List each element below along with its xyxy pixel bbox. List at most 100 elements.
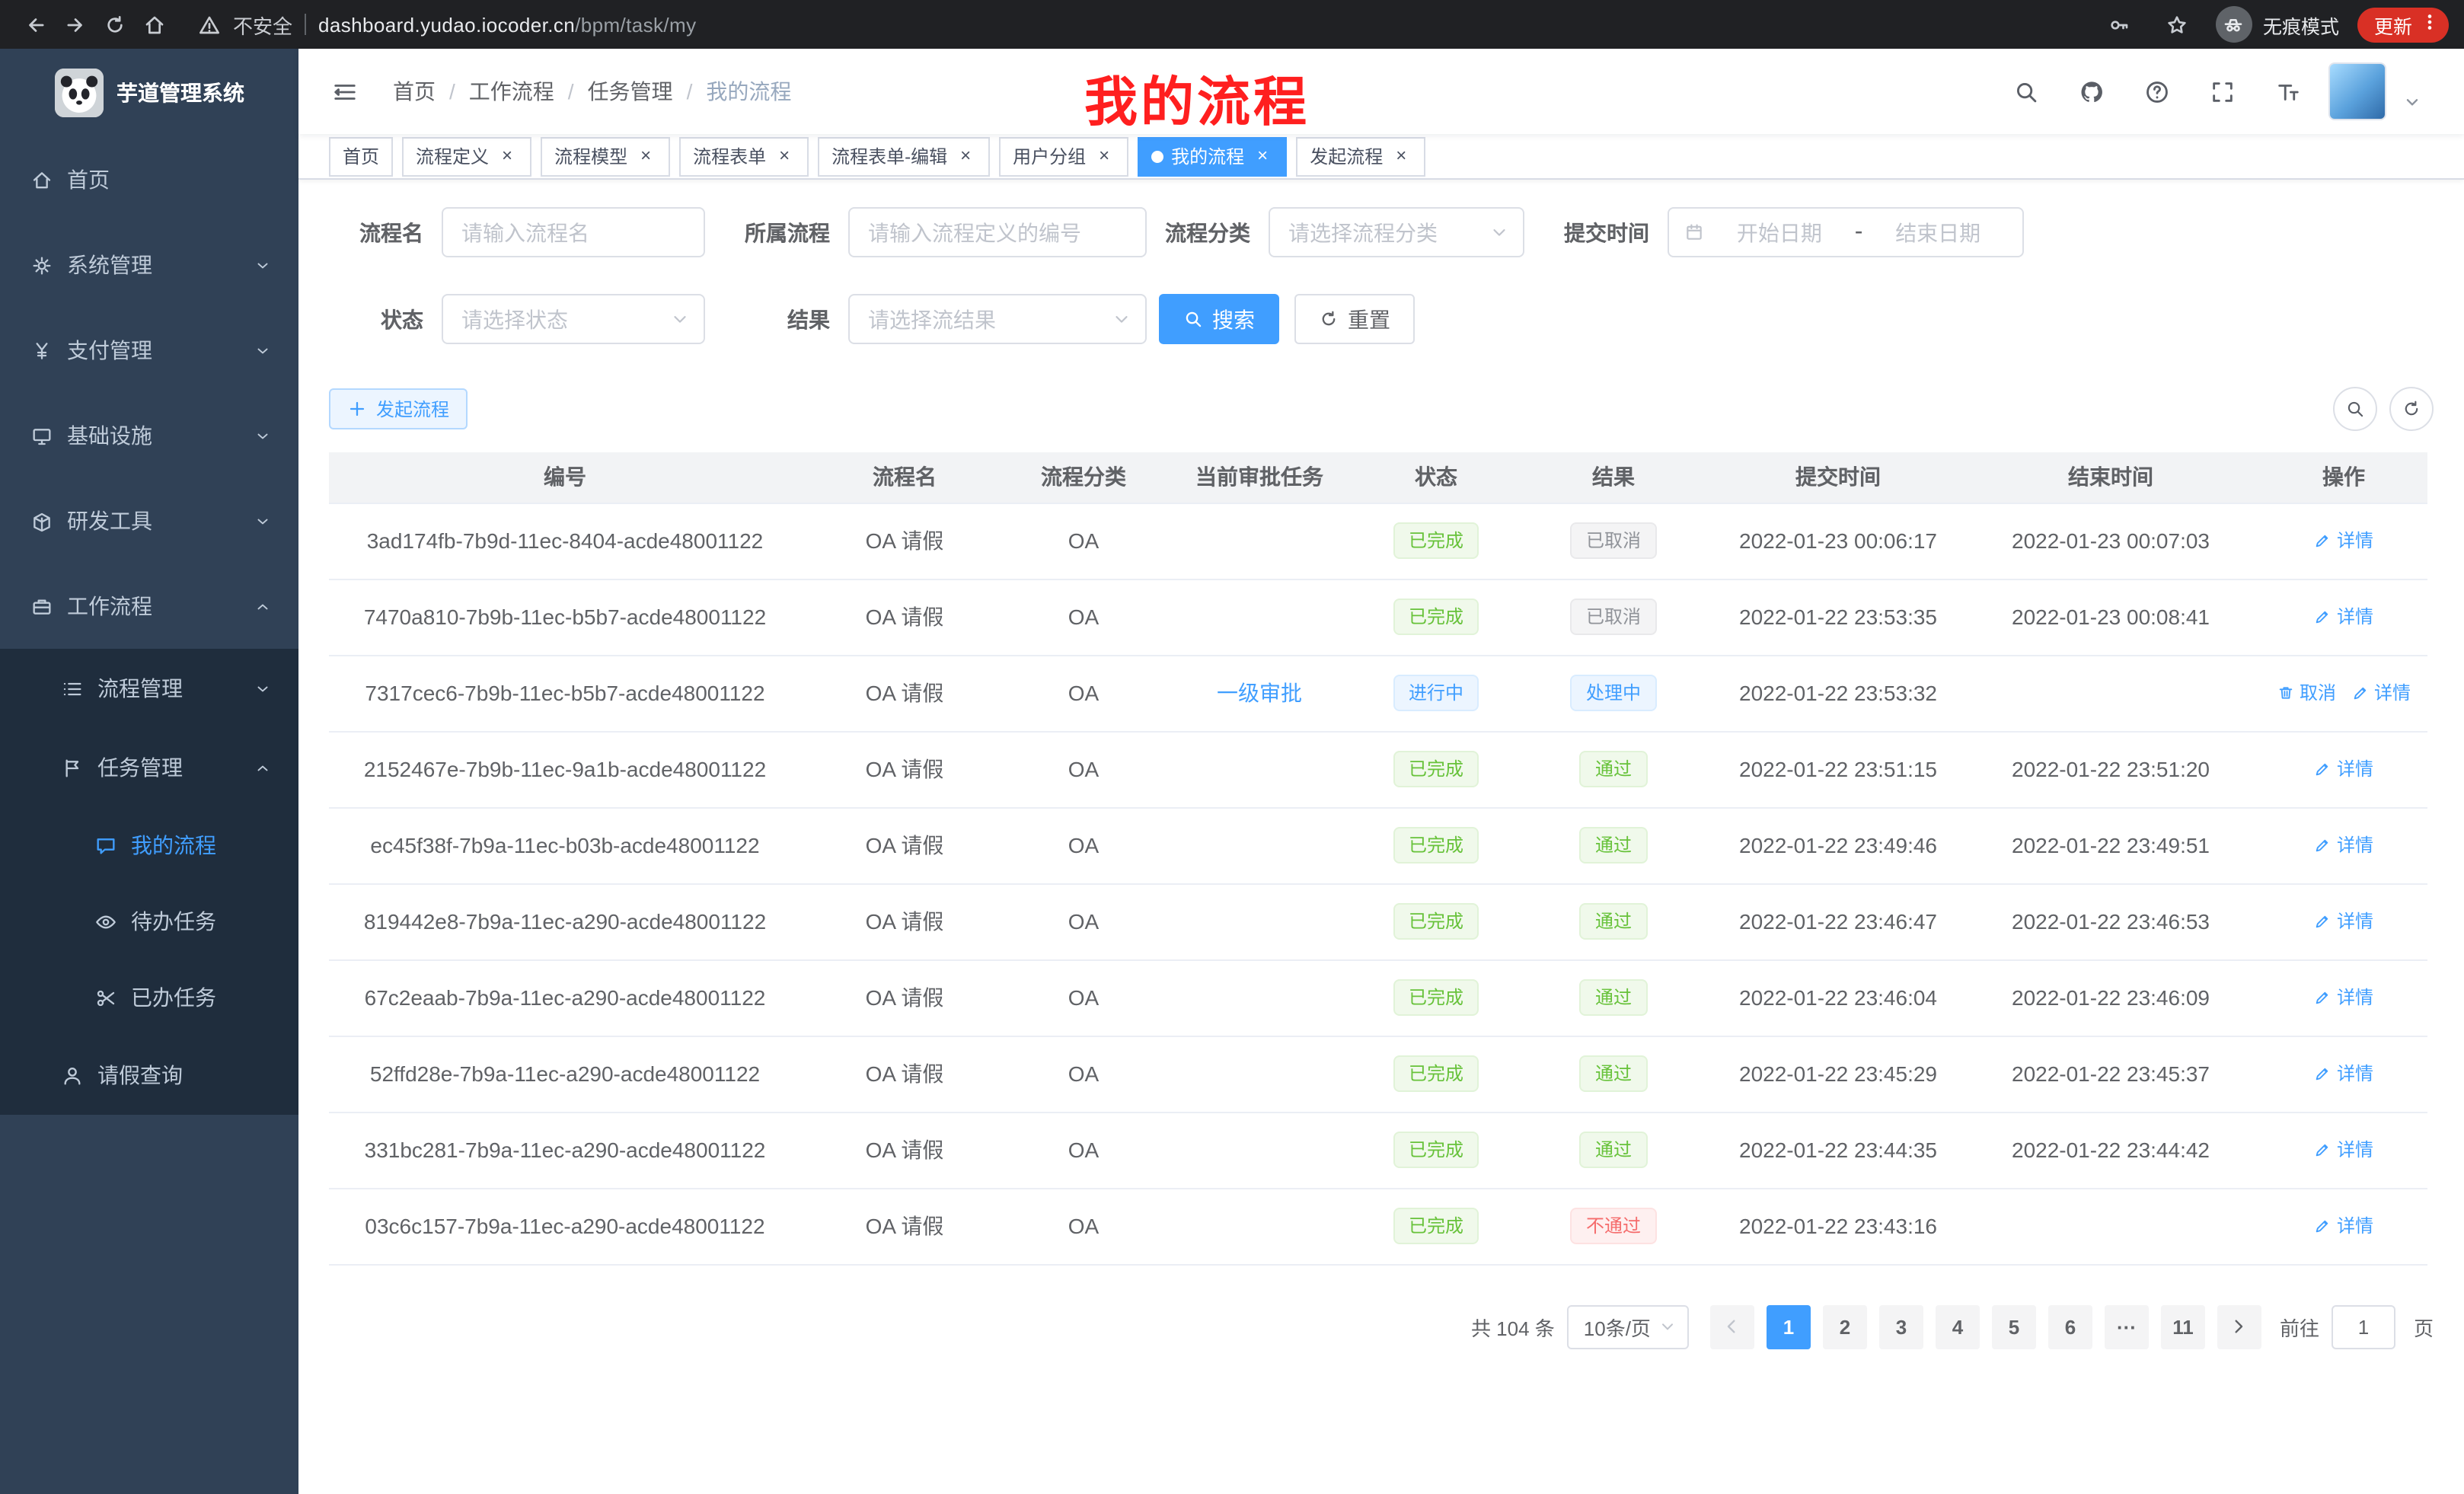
cell-name: OA 请假: [801, 579, 1008, 655]
close-icon[interactable]: ×: [496, 145, 518, 167]
sidebar-item-7[interactable]: 任务管理: [0, 728, 298, 807]
sidebar-item-9[interactable]: 待办任务: [0, 883, 298, 959]
sidebar-item-1[interactable]: 系统管理: [0, 222, 298, 308]
page-button-1[interactable]: 2: [1823, 1304, 1867, 1349]
status-tag: 不通过: [1571, 1208, 1656, 1244]
sidebar-item-8[interactable]: 我的流程: [0, 807, 298, 883]
page-button-3[interactable]: 4: [1936, 1304, 1980, 1349]
search-icon[interactable]: [2001, 67, 2050, 116]
github-icon[interactable]: [2067, 67, 2115, 116]
sidebar-item-0[interactable]: 首页: [0, 137, 298, 222]
fullscreen-icon[interactable]: [2197, 67, 2246, 116]
detail-link[interactable]: 详情: [2314, 1061, 2373, 1087]
url-path: /bpm/task/my: [575, 13, 696, 36]
detail-link[interactable]: 详情: [2314, 908, 2373, 934]
page-button-6[interactable]: ···: [2105, 1304, 2149, 1349]
help-icon[interactable]: [2132, 67, 2181, 116]
close-icon[interactable]: ×: [1093, 145, 1115, 167]
sidebar-item-4[interactable]: 研发工具: [0, 478, 298, 563]
detail-link[interactable]: 详情: [2351, 680, 2411, 706]
goto-page-input[interactable]: [2332, 1304, 2395, 1349]
page-buttons: 123456 ··· 11: [1767, 1304, 2205, 1349]
cell-end-time: 2022-01-22 23:46:53: [1961, 883, 2260, 959]
caret-down-icon[interactable]: [2403, 93, 2421, 111]
page-button-2[interactable]: 3: [1879, 1304, 1923, 1349]
detail-link[interactable]: 详情: [2314, 832, 2373, 858]
definition-input[interactable]: 请输入流程定义的编号: [848, 207, 1147, 257]
tab-6[interactable]: 我的流程×: [1138, 136, 1287, 176]
home-button[interactable]: [134, 5, 174, 44]
app-logo[interactable]: 芋道管理系统: [0, 49, 298, 137]
sidebar-item-3[interactable]: 基础设施: [0, 393, 298, 478]
bookmark-star-icon[interactable]: [2158, 5, 2197, 44]
breadcrumb-item-1[interactable]: 工作流程: [469, 76, 554, 107]
sidebar-item-label: 研发工具: [67, 506, 152, 536]
table-row-3: 2152467e-7b9b-11ec-9a1b-acde48001122OA 请…: [329, 731, 2427, 807]
sidebar-item-11[interactable]: 请假查询: [0, 1036, 298, 1115]
column-header-4: 状态: [1360, 452, 1512, 503]
tab-7[interactable]: 发起流程×: [1296, 136, 1425, 176]
edit-icon: [2314, 1217, 2332, 1235]
tab-2[interactable]: 流程模型×: [541, 136, 670, 176]
detail-link[interactable]: 详情: [2314, 604, 2373, 630]
close-icon[interactable]: ×: [774, 145, 795, 167]
tab-0[interactable]: 首页: [329, 136, 393, 176]
result-select[interactable]: 请选择流结果: [848, 294, 1147, 344]
task-link[interactable]: 一级审批: [1217, 681, 1302, 705]
incognito-icon: [2216, 6, 2252, 43]
toolbar-right: [2333, 387, 2434, 431]
start-process-button[interactable]: 发起流程: [329, 388, 468, 429]
page-button-7[interactable]: 11: [2161, 1304, 2205, 1349]
page-size-select[interactable]: 10条/页: [1567, 1304, 1689, 1349]
detail-link[interactable]: 详情: [2314, 985, 2373, 1010]
next-page-button[interactable]: [2217, 1304, 2261, 1349]
search-toggle-button[interactable]: [2333, 387, 2377, 431]
password-key-icon[interactable]: [2100, 5, 2140, 44]
font-size-icon[interactable]: [2263, 67, 2312, 116]
status-select[interactable]: 请选择状态: [442, 294, 705, 344]
detail-link[interactable]: 详情: [2314, 528, 2373, 554]
avatar[interactable]: [2328, 62, 2386, 120]
breadcrumb-item-2[interactable]: 任务管理: [588, 76, 673, 107]
date-range-input[interactable]: 开始日期 - 结束日期: [1668, 207, 2024, 257]
hamburger-icon[interactable]: [320, 67, 369, 116]
scissors-icon: [94, 986, 117, 1009]
tab-3[interactable]: 流程表单×: [679, 136, 809, 176]
table-row-2: 7317cec6-7b9b-11ec-b5b7-acde48001122OA 请…: [329, 655, 2427, 731]
close-icon[interactable]: ×: [1390, 145, 1412, 167]
update-button[interactable]: 更新: [2357, 7, 2449, 42]
tab-4[interactable]: 流程表单-编辑×: [818, 136, 990, 176]
browser-menu-icon[interactable]: [2418, 11, 2441, 38]
reload-button[interactable]: [94, 5, 134, 44]
page-button-4[interactable]: 5: [1992, 1304, 2036, 1349]
detail-link[interactable]: 详情: [2314, 1137, 2373, 1163]
close-icon[interactable]: ×: [1252, 145, 1273, 167]
close-icon[interactable]: ×: [955, 145, 976, 167]
back-button[interactable]: [15, 5, 55, 44]
category-select[interactable]: 请选择流程分类: [1269, 207, 1524, 257]
process-name-input[interactable]: 请输入流程名: [442, 207, 705, 257]
sidebar-item-label: 任务管理: [97, 752, 183, 783]
sidebar-item-6[interactable]: 流程管理: [0, 649, 298, 728]
page-button-5[interactable]: 6: [2048, 1304, 2092, 1349]
page-button-0[interactable]: 1: [1767, 1304, 1811, 1349]
sidebar-item-2[interactable]: 支付管理: [0, 308, 298, 393]
cell-name: OA 请假: [801, 1112, 1008, 1188]
tab-1[interactable]: 流程定义×: [402, 136, 531, 176]
prev-page-button[interactable]: [1710, 1304, 1754, 1349]
tab-5[interactable]: 用户分组×: [999, 136, 1128, 176]
status-tag: 已完成: [1393, 1055, 1479, 1092]
search-button[interactable]: 搜索: [1159, 294, 1279, 344]
forward-button[interactable]: [55, 5, 94, 44]
cell-category: OA: [1008, 1188, 1159, 1264]
breadcrumb-item-0[interactable]: 首页: [393, 76, 436, 107]
close-icon[interactable]: ×: [635, 145, 656, 167]
sidebar-item-5[interactable]: 工作流程: [0, 563, 298, 649]
sidebar-item-10[interactable]: 已办任务: [0, 959, 298, 1036]
refresh-button[interactable]: [2389, 387, 2434, 431]
cancel-link[interactable]: 取消: [2277, 680, 2336, 706]
address-bar[interactable]: 不安全 dashboard.yudao.iocoder.cn/bpm/task/…: [198, 10, 697, 39]
reset-button[interactable]: 重置: [1294, 294, 1415, 344]
detail-link[interactable]: 详情: [2314, 1213, 2373, 1239]
detail-link[interactable]: 详情: [2314, 756, 2373, 782]
